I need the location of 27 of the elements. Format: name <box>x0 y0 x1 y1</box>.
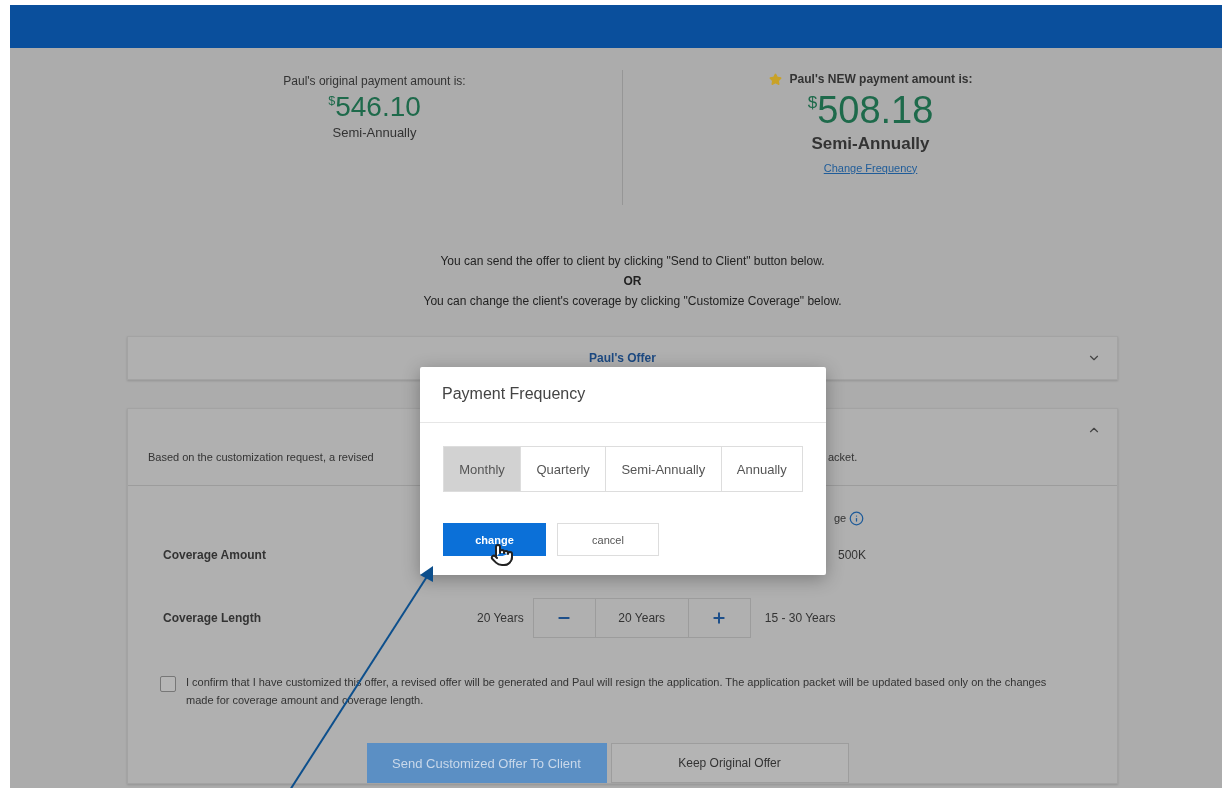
frequency-text: Semi-Annually <box>811 133 930 154</box>
keep-offer-button[interactable]: Keep Original Offer <box>610 743 849 784</box>
new-label: Paul's NEW payment amount is: <box>789 72 973 86</box>
info-icon[interactable] <box>849 510 865 526</box>
frequency-text: Semi-Annually <box>332 124 417 140</box>
instruction-text: You can send the offer to client by clicking "Send to Client" button below. <box>440 254 825 268</box>
change-button[interactable]: change <box>443 523 546 556</box>
instruction-text: You can change the client's coverage by clicking "Customize Coverage" below. <box>423 294 842 308</box>
instruction-text: OR <box>623 274 642 288</box>
star-icon <box>768 72 782 86</box>
current-value: 20 Years <box>477 611 524 625</box>
original-label: Paul's original payment amount is: <box>283 74 466 88</box>
range-text: 500K <box>838 548 867 562</box>
panel-title[interactable]: Paul's Offer <box>589 351 656 365</box>
range-text: 15 - 30 Years <box>764 611 836 625</box>
payment-amount: $^{$}$508.18 <box>807 90 934 132</box>
description-text: Based on the customization request, a revised <box>148 451 375 463</box>
stepper-field[interactable]: 20 Years <box>532 598 751 638</box>
row-label: Coverage Amount <box>163 548 267 562</box>
cancel-button[interactable]: cancel <box>557 523 659 556</box>
payment-amount: $^{$}$546.10 <box>328 92 421 123</box>
change-frequency-link[interactable]: Change Frequency <box>823 161 918 174</box>
description-text: acket. <box>828 451 859 463</box>
frequency-option[interactable]: Monthly <box>444 447 521 491</box>
range-heading: ge <box>834 512 847 524</box>
modal-title: Payment Frequency <box>420 367 826 423</box>
checkbox[interactable] <box>160 676 176 692</box>
